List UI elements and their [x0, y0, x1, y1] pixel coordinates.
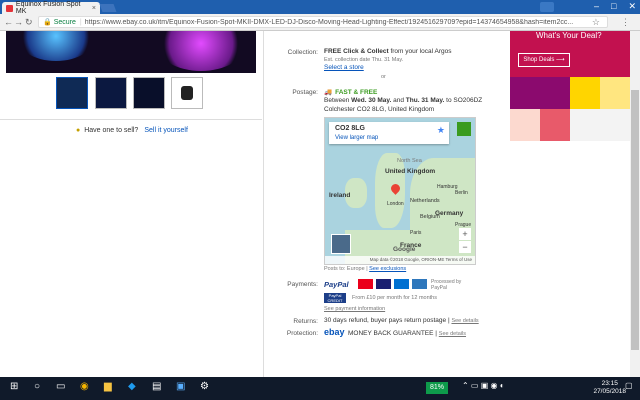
collection-text: FREE Click & Collect from your local Arg… [324, 48, 452, 55]
fast-free-badge: 🚚 FAST & FREE [324, 89, 378, 96]
protection-label: Protection: [286, 330, 318, 337]
paypal-credit-logo: PayPal CREDIT [324, 293, 346, 303]
tab-close-icon[interactable]: × [92, 5, 96, 12]
app-icon[interactable]: ▤ [152, 381, 161, 392]
column-divider [263, 31, 264, 377]
mastercard-icon [358, 279, 373, 289]
thumbnail-2[interactable] [95, 77, 127, 109]
shop-deals-button[interactable]: Shop Deals ⟶ [518, 53, 570, 67]
minimize-icon[interactable]: – [594, 1, 599, 12]
collection-est: Est. collection date Thu. 31 May. [324, 57, 404, 63]
amex-icon [412, 279, 427, 289]
page-content: ● Have one to sell? Sell it yourself Colle… [0, 31, 630, 377]
lock-icon: 🔒 [43, 19, 52, 26]
scrollbar-thumb[interactable] [631, 90, 639, 350]
window-controls: – □ ✕ [594, 1, 636, 12]
zoom-in-button[interactable]: + [459, 228, 471, 240]
delivery-map[interactable]: CO2 8LG View larger map ★ North Sea Unit… [324, 117, 476, 265]
delivery-estimate: Between Wed. 30 May. and Thu. 31 May. to… [324, 97, 483, 104]
clock-date: 27/05/2018 [593, 388, 626, 395]
map-directions-icon[interactable] [457, 122, 471, 136]
divider [0, 119, 262, 120]
sell-prompt: ● Have one to sell? Sell it yourself [76, 127, 188, 134]
menu-icon[interactable]: ⋮ [621, 17, 630, 28]
notifications-icon[interactable]: ▢ [625, 381, 633, 390]
view-larger-map-link[interactable]: View larger map [335, 135, 378, 141]
satellite-toggle[interactable] [331, 234, 351, 254]
zoom-out-button[interactable]: − [459, 241, 471, 253]
chrome-icon[interactable]: ◉ [80, 381, 89, 392]
paypal-credit-text: From £10 per month for 12 months [352, 295, 437, 301]
map-postcode: CO2 8LG [335, 125, 365, 132]
returns-label: Returns: [293, 318, 318, 325]
posts-to: Posts to: Europe | See exclusions [324, 266, 407, 272]
payments-label: Payments: [287, 281, 318, 288]
map-info-card: CO2 8LG View larger map ★ [329, 122, 449, 144]
search-icon[interactable]: ○ [34, 381, 40, 392]
ebay-logo: ebay [324, 327, 345, 337]
clock-time: 23:15 [601, 380, 618, 387]
vscode-icon[interactable]: ◆ [128, 381, 136, 392]
photos-icon[interactable]: ▣ [176, 381, 185, 392]
battery-indicator[interactable]: 81% [426, 382, 448, 394]
see-exclusions-link[interactable]: See exclusions [369, 266, 406, 272]
tag-icon: ● [76, 127, 81, 134]
secure-label: Secure [53, 18, 76, 26]
sell-it-yourself-link[interactable]: Sell it yourself [144, 127, 188, 134]
returns-see-details-link[interactable]: See details [451, 318, 478, 324]
reload-icon[interactable]: ↻ [25, 17, 33, 28]
taskbar [0, 377, 640, 400]
or-separator: or [381, 74, 386, 80]
see-payment-info-link[interactable]: See payment information [324, 306, 385, 312]
returns-policy: 30 days refund, buyer pays return postag… [324, 317, 479, 324]
thumbnail-4[interactable] [171, 77, 203, 109]
truck-icon: 🚚 [324, 89, 333, 96]
money-back-guarantee: MONEY BACK GUARANTEE | See details [348, 330, 467, 337]
task-view-icon[interactable]: ▭ [56, 381, 65, 392]
profile-icon[interactable] [540, 2, 554, 12]
thumbnail-1[interactable] [56, 77, 88, 109]
close-window-icon[interactable]: ✕ [628, 1, 636, 12]
protection-see-details-link[interactable]: See details [439, 331, 466, 337]
map-attribution: Map data ©2018 Google, ORION-ME Terms of… [325, 256, 475, 264]
deals-ad[interactable]: What's Your Deal? Shop Deals ⟶ [510, 31, 630, 151]
postage-label: Postage: [292, 89, 318, 96]
delivery-address: Colchester CO2 8LG, United Kingdom [324, 106, 435, 113]
ad-headline: What's Your Deal? [536, 31, 602, 40]
collection-label: Collection: [287, 49, 318, 56]
select-store-link[interactable]: Select a store [324, 64, 364, 71]
settings-gear-icon[interactable]: ⚙ [200, 381, 209, 392]
bookmark-star-icon[interactable]: ☆ [592, 17, 600, 28]
new-tab-button[interactable] [99, 4, 117, 12]
tray-icons[interactable]: ⌃ ▭ ▣ ◉ ◐ [462, 381, 505, 390]
maximize-icon[interactable]: □ [611, 1, 616, 12]
system-clock[interactable]: 23:15 27/05/2018 [593, 380, 626, 396]
product-image[interactable] [6, 31, 256, 73]
file-explorer-icon[interactable]: ▆ [104, 381, 112, 392]
save-star-icon[interactable]: ★ [437, 125, 445, 136]
paypal-logo: PayPal [324, 280, 349, 289]
tab-title: Equinox Fusion Spot MK [15, 1, 81, 15]
url-text: https://www.ebay.co.uk/itm/Equinox-Fusio… [84, 18, 574, 26]
forward-icon[interactable]: → [14, 17, 23, 27]
ebay-favicon-icon [6, 4, 13, 12]
processed-by-paypal: Processed by PayPal [431, 279, 462, 291]
separator: | [79, 18, 82, 26]
address-bar[interactable]: 🔒 Secure | https://www.ebay.co.uk/itm/Eq… [38, 16, 608, 28]
maestro-icon [394, 279, 409, 289]
start-icon[interactable]: ⊞ [10, 381, 18, 392]
back-icon[interactable]: ← [4, 17, 13, 27]
google-logo: Google [393, 246, 416, 253]
visa-icon [376, 279, 391, 289]
browser-tab[interactable]: Equinox Fusion Spot MK × [2, 1, 100, 15]
thumbnail-3[interactable] [133, 77, 165, 109]
